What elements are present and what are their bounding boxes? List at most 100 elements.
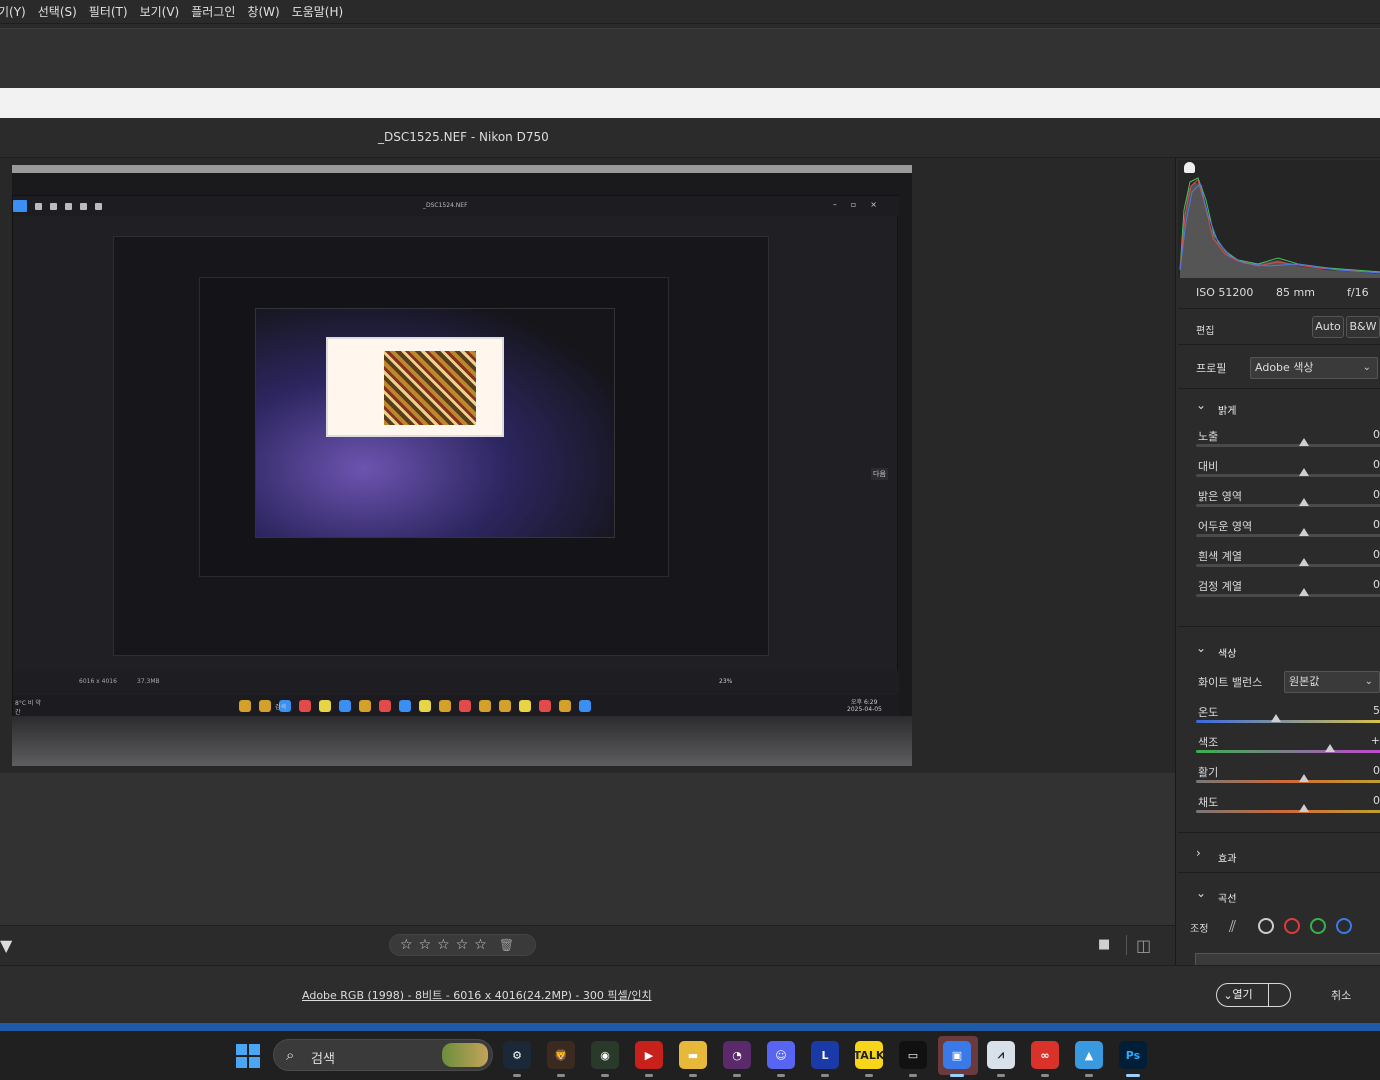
- trash-icon[interactable]: 🗑: [499, 938, 514, 952]
- menu-item-filter[interactable]: 필터(T): [83, 3, 134, 20]
- effects-section-title[interactable]: 효과: [1218, 850, 1236, 865]
- white-balance-select[interactable]: 원본값 ⌄: [1284, 671, 1380, 693]
- green-channel-icon[interactable]: [1310, 918, 1326, 934]
- photo-tb-icon: [579, 700, 591, 712]
- menu-item-help[interactable]: 도움말(H): [286, 3, 350, 20]
- slider-track[interactable]: [1196, 594, 1380, 597]
- slider-track[interactable]: [1196, 810, 1380, 813]
- red-channel-icon[interactable]: [1284, 918, 1300, 934]
- star-1[interactable]: ☆: [400, 938, 413, 952]
- taskbar-search[interactable]: ⌕ 검색: [273, 1039, 493, 1071]
- slider-thumb[interactable]: [1324, 744, 1335, 752]
- menu-item-view[interactable]: 보기(V): [134, 3, 186, 20]
- menu-bar: 기(Y) 선택(S) 필터(T) 보기(V) 플러그인 창(W) 도움말(H): [0, 0, 1380, 24]
- single-view-icon[interactable]: ■: [1098, 937, 1114, 953]
- star-rating[interactable]: ☆ ☆ ☆ ☆ ☆ 🗑: [389, 934, 536, 956]
- slider-thumb[interactable]: [1299, 468, 1309, 476]
- dialog-title: _DSC1525.NEF - Nikon D750: [378, 130, 549, 144]
- slider-value[interactable]: 0: [1373, 548, 1380, 561]
- slider-value[interactable]: 0: [1373, 764, 1380, 777]
- chevron-down-icon: ⌄: [1362, 362, 1371, 373]
- color-section-title[interactable]: 색상: [1218, 645, 1236, 660]
- slider-track[interactable]: [1196, 720, 1380, 723]
- photoshop-icon[interactable]: Ps: [1119, 1041, 1147, 1077]
- slider-track[interactable]: [1196, 780, 1380, 783]
- slider-thumb[interactable]: [1299, 774, 1309, 782]
- app-window: 기(Y) 선택(S) 필터(T) 보기(V) 플러그인 창(W) 도움말(H) …: [0, 0, 1380, 1080]
- photo-monitor-statusbar: 6016 x 4016 37.3MB 23%: [13, 671, 899, 693]
- slider-track[interactable]: [1196, 534, 1380, 537]
- line-icon[interactable]: L: [811, 1041, 839, 1077]
- menu-item-plugins[interactable]: 플러그인: [185, 3, 241, 20]
- slider-thumb[interactable]: [1299, 588, 1309, 596]
- before-after-icon[interactable]: ◫: [1136, 936, 1156, 955]
- slider-track[interactable]: [1196, 564, 1380, 567]
- auto-button[interactable]: Auto: [1312, 316, 1344, 338]
- slider-thumb[interactable]: [1299, 438, 1309, 446]
- open-button[interactable]: 열기 ⌄: [1216, 983, 1291, 1007]
- star-3[interactable]: ☆: [437, 938, 450, 952]
- chevron-down-icon[interactable]: ⌄: [1196, 641, 1206, 655]
- cancel-button[interactable]: 취소: [1331, 987, 1351, 1003]
- slider-value[interactable]: +: [1371, 734, 1380, 747]
- options-bar: [0, 28, 1380, 88]
- steam-icon[interactable]: ⚙: [503, 1041, 531, 1077]
- point-curve-rgb-icon[interactable]: [1258, 918, 1274, 934]
- bw-button[interactable]: B&W: [1346, 316, 1380, 338]
- workflow-bar: Adobe RGB (1998) - 8비트 - 6016 x 4016(24.…: [0, 965, 1380, 1023]
- shadow-clipping-icon[interactable]: [1184, 162, 1195, 173]
- star-4[interactable]: ☆: [456, 938, 469, 952]
- star-2[interactable]: ☆: [419, 938, 432, 952]
- active-app-icon[interactable]: ▣: [943, 1041, 971, 1077]
- file-explorer-icon[interactable]: ▬: [679, 1041, 707, 1077]
- slider-track[interactable]: [1196, 474, 1380, 477]
- star-5[interactable]: ☆: [474, 938, 487, 952]
- filter-icon[interactable]: ▼: [0, 936, 12, 955]
- slider-thumb[interactable]: [1270, 714, 1281, 722]
- slider-thumb[interactable]: [1299, 498, 1309, 506]
- photo-tb-icon: [519, 700, 531, 712]
- parametric-curve-icon[interactable]: ⫽: [1229, 917, 1236, 937]
- chrome-icon[interactable]: ◉: [591, 1041, 619, 1077]
- photo-preview[interactable]: _DSC1524.NEF –▫× 6016 x 4016 37.3MB 23% …: [12, 165, 912, 766]
- curve-section-title[interactable]: 곡선: [1218, 890, 1236, 905]
- slider-track[interactable]: [1196, 750, 1380, 753]
- firefox-icon[interactable]: ◔: [723, 1041, 751, 1077]
- slider-label: 대비: [1198, 460, 1219, 473]
- kakaotalk-icon[interactable]: TALK: [854, 1041, 884, 1077]
- menu-item-image[interactable]: 기(Y): [0, 3, 32, 20]
- slider-value[interactable]: 0: [1373, 578, 1380, 591]
- workflow-options-link[interactable]: Adobe RGB (1998) - 8비트 - 6016 x 4016(24.…: [302, 987, 652, 1003]
- photos-icon[interactable]: ▲: [1075, 1041, 1103, 1077]
- slider-track[interactable]: [1196, 444, 1380, 447]
- slider-value[interactable]: 5: [1373, 704, 1380, 717]
- chevron-right-icon[interactable]: ›: [1196, 846, 1201, 860]
- resource-monitor-icon[interactable]: ⩘: [987, 1041, 1015, 1077]
- chevron-down-icon[interactable]: ⌄: [1196, 886, 1206, 900]
- windows-start-icon[interactable]: [236, 1044, 260, 1068]
- light-section-title[interactable]: 밝게: [1218, 402, 1236, 417]
- slider-value[interactable]: 0: [1373, 428, 1380, 441]
- slider-value[interactable]: 0: [1373, 488, 1380, 501]
- slider-thumb[interactable]: [1299, 804, 1309, 812]
- slider-value[interactable]: 0: [1373, 794, 1380, 807]
- curve-graph[interactable]: [1195, 953, 1380, 965]
- slider-thumb[interactable]: [1299, 558, 1309, 566]
- menu-item-select[interactable]: 선택(S): [32, 3, 83, 20]
- chevron-down-icon[interactable]: ⌄: [1196, 398, 1206, 412]
- slider-value[interactable]: 0: [1373, 458, 1380, 471]
- slider-thumb[interactable]: [1299, 528, 1309, 536]
- creative-cloud-icon[interactable]: ∞: [1031, 1041, 1059, 1077]
- menu-item-window[interactable]: 창(W): [241, 3, 285, 20]
- exif-iso: ISO 51200: [1196, 286, 1254, 299]
- terminal-icon[interactable]: ▭: [899, 1041, 927, 1077]
- slider-value[interactable]: 0: [1373, 518, 1380, 531]
- discord-icon[interactable]: ☺: [767, 1041, 795, 1077]
- brave-icon[interactable]: 🦁: [547, 1041, 575, 1077]
- blue-channel-icon[interactable]: [1336, 918, 1352, 934]
- profile-select[interactable]: Adobe 색상 ⌄: [1250, 357, 1378, 379]
- open-button-label[interactable]: 열기: [1217, 984, 1269, 1006]
- preview-canvas[interactable]: _DSC1524.NEF –▫× 6016 x 4016 37.3MB 23% …: [0, 158, 1175, 773]
- slider-track[interactable]: [1196, 504, 1380, 507]
- youtube-music-icon[interactable]: ▶: [635, 1041, 663, 1077]
